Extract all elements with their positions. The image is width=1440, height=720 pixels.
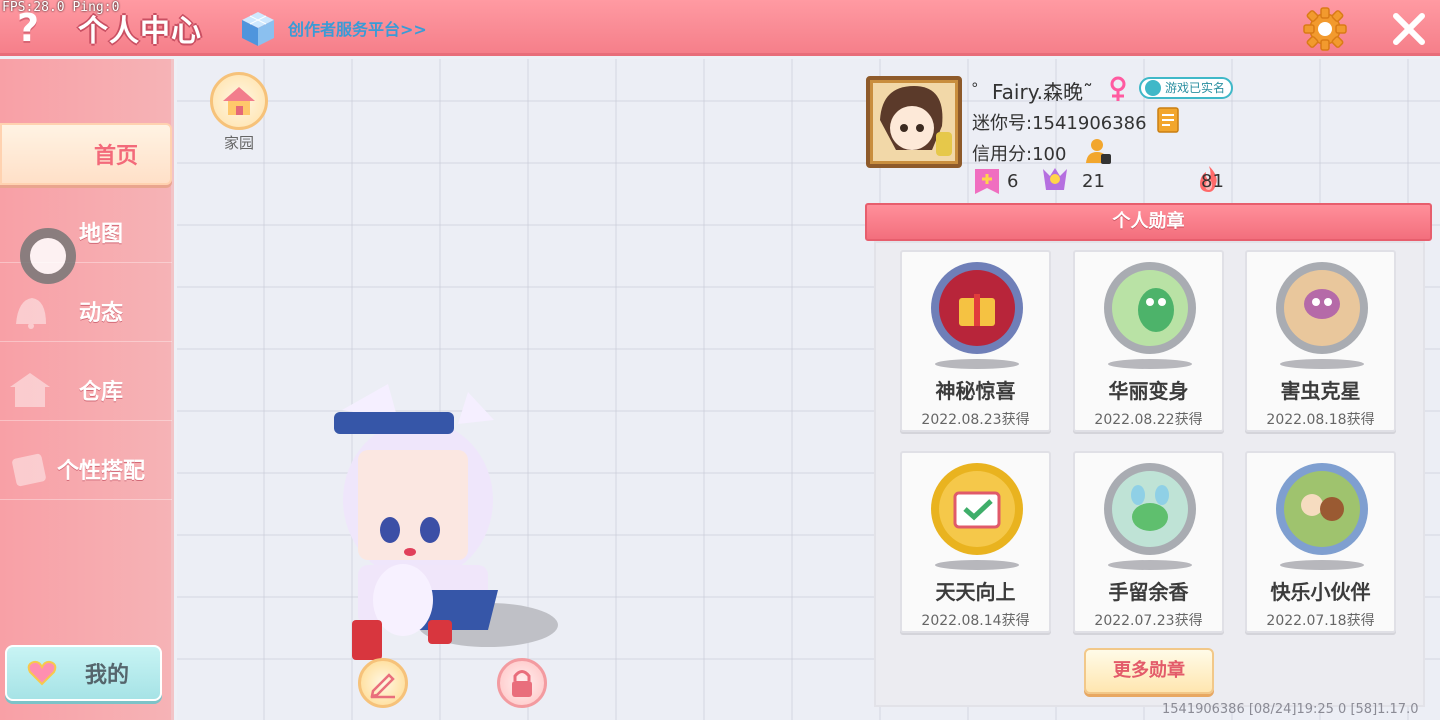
medal-date: 2022.08.22获得 (1094, 412, 1203, 428)
mini-id: 迷你号:1541906386 (972, 113, 1147, 134)
floating-assist-button[interactable] (20, 228, 76, 284)
nickname: ゜Fairy.森晚˜ (972, 80, 1094, 104)
sidebar-item-label: 仓库 (78, 379, 123, 405)
gift-medal-icon (931, 262, 1023, 369)
sidebar-item-storage[interactable]: 仓库 (0, 359, 172, 421)
medal-date: 2022.08.14获得 (921, 613, 1030, 629)
home-button[interactable] (210, 72, 268, 130)
stat-value-likes: 6 (1007, 171, 1019, 192)
stat-value-fans: 21 (1082, 171, 1105, 192)
bug-medal-icon (1276, 262, 1368, 369)
close-icon[interactable] (1388, 8, 1430, 50)
stat-value-heat-text: 81 (1201, 171, 1224, 192)
sidebar-item-label: 动态 (78, 300, 123, 326)
home-label: 家园 (223, 134, 254, 152)
medal-date: 2022.07.18获得 (1266, 613, 1375, 629)
mine-button[interactable]: 我的 (5, 645, 162, 701)
verified-person-icon (1145, 80, 1161, 96)
creator-platform-link[interactable]: 创作者服务平台>> (288, 16, 427, 40)
lock-icon (512, 670, 532, 697)
profile-avatar[interactable] (866, 76, 962, 168)
player-character[interactable] (318, 380, 568, 670)
pencil-icon (370, 673, 395, 699)
medal-card[interactable]: 神秘惊喜 2022.08.23获得 (900, 250, 1051, 432)
medal-name: 华丽变身 (1108, 379, 1189, 403)
verified-badge: 游戏已实名 (1139, 77, 1234, 99)
friends-medal-icon (1276, 463, 1368, 570)
heart-icon (27, 660, 57, 686)
flower-medal-icon (1104, 463, 1196, 570)
sidebar-item-label: 个性搭配 (56, 458, 145, 484)
trophy-person-icon (1043, 168, 1067, 190)
medal-card[interactable]: 华丽变身 2022.08.22获得 (1073, 250, 1224, 432)
verified-label: 游戏已实名 (1165, 81, 1226, 95)
sidebar-item-label: 首页 (93, 144, 138, 169)
lock-button[interactable] (497, 658, 547, 708)
cube-icon[interactable] (240, 10, 276, 48)
more-medals-button[interactable]: 更多勋章 (1084, 648, 1214, 694)
medals-header: 个人勋章 (865, 203, 1432, 241)
medal-name: 害虫克星 (1280, 379, 1361, 403)
bell-icon (16, 298, 46, 329)
sidebar-item-home[interactable]: 首页 (0, 123, 172, 185)
person-icon[interactable] (1083, 136, 1113, 166)
pink-plus-flag-icon (975, 169, 999, 194)
avatar-portrait (880, 86, 952, 156)
medal-date: 2022.07.23获得 (1094, 613, 1203, 629)
home-icon (223, 87, 255, 115)
medal-card[interactable]: 害虫克星 2022.08.18获得 (1245, 250, 1396, 432)
medal-name: 天天向上 (935, 580, 1016, 604)
medal-name: 神秘惊喜 (935, 379, 1016, 403)
calendar-medal-icon (931, 463, 1023, 570)
medal-date: 2022.08.18获得 (1266, 412, 1375, 428)
top-bar: ? 个人中心 创作者服务平台>> (0, 0, 1440, 56)
fps-readout: FPS:28.0 Ping:0 (2, 0, 120, 15)
sidebar-item-label: 地图 (78, 221, 123, 247)
mine-label: 我的 (85, 663, 130, 688)
sidebar-item-feed[interactable]: 动态 (0, 280, 172, 342)
female-icon (1110, 76, 1126, 101)
gear-icon[interactable] (1302, 6, 1348, 52)
dino-medal-icon (1104, 262, 1196, 369)
house-icon (10, 373, 50, 407)
sidebar: 首页 地图 动态 仓库 个性搭配 (0, 59, 174, 720)
copy-icon[interactable] (1154, 106, 1182, 134)
sidebar-item-outfit[interactable]: 个性搭配 (0, 438, 172, 500)
outfit-icon (12, 453, 46, 487)
medal-card[interactable]: 手留余香 2022.07.23获得 (1073, 451, 1224, 633)
credit-score: 信用分:100 (972, 144, 1067, 165)
medal-name: 快乐小伙伴 (1270, 580, 1371, 604)
medal-name: 手留余香 (1108, 580, 1189, 604)
edit-button[interactable] (358, 658, 408, 708)
footer-info: 1541906386 [08/24]19:25 0 [58]1.17.0 (1162, 702, 1419, 717)
medal-card[interactable]: 天天向上 2022.08.14获得 (900, 451, 1051, 633)
medal-card[interactable]: 快乐小伙伴 2022.07.18获得 (1245, 451, 1396, 633)
medal-date: 2022.08.23获得 (921, 412, 1030, 428)
